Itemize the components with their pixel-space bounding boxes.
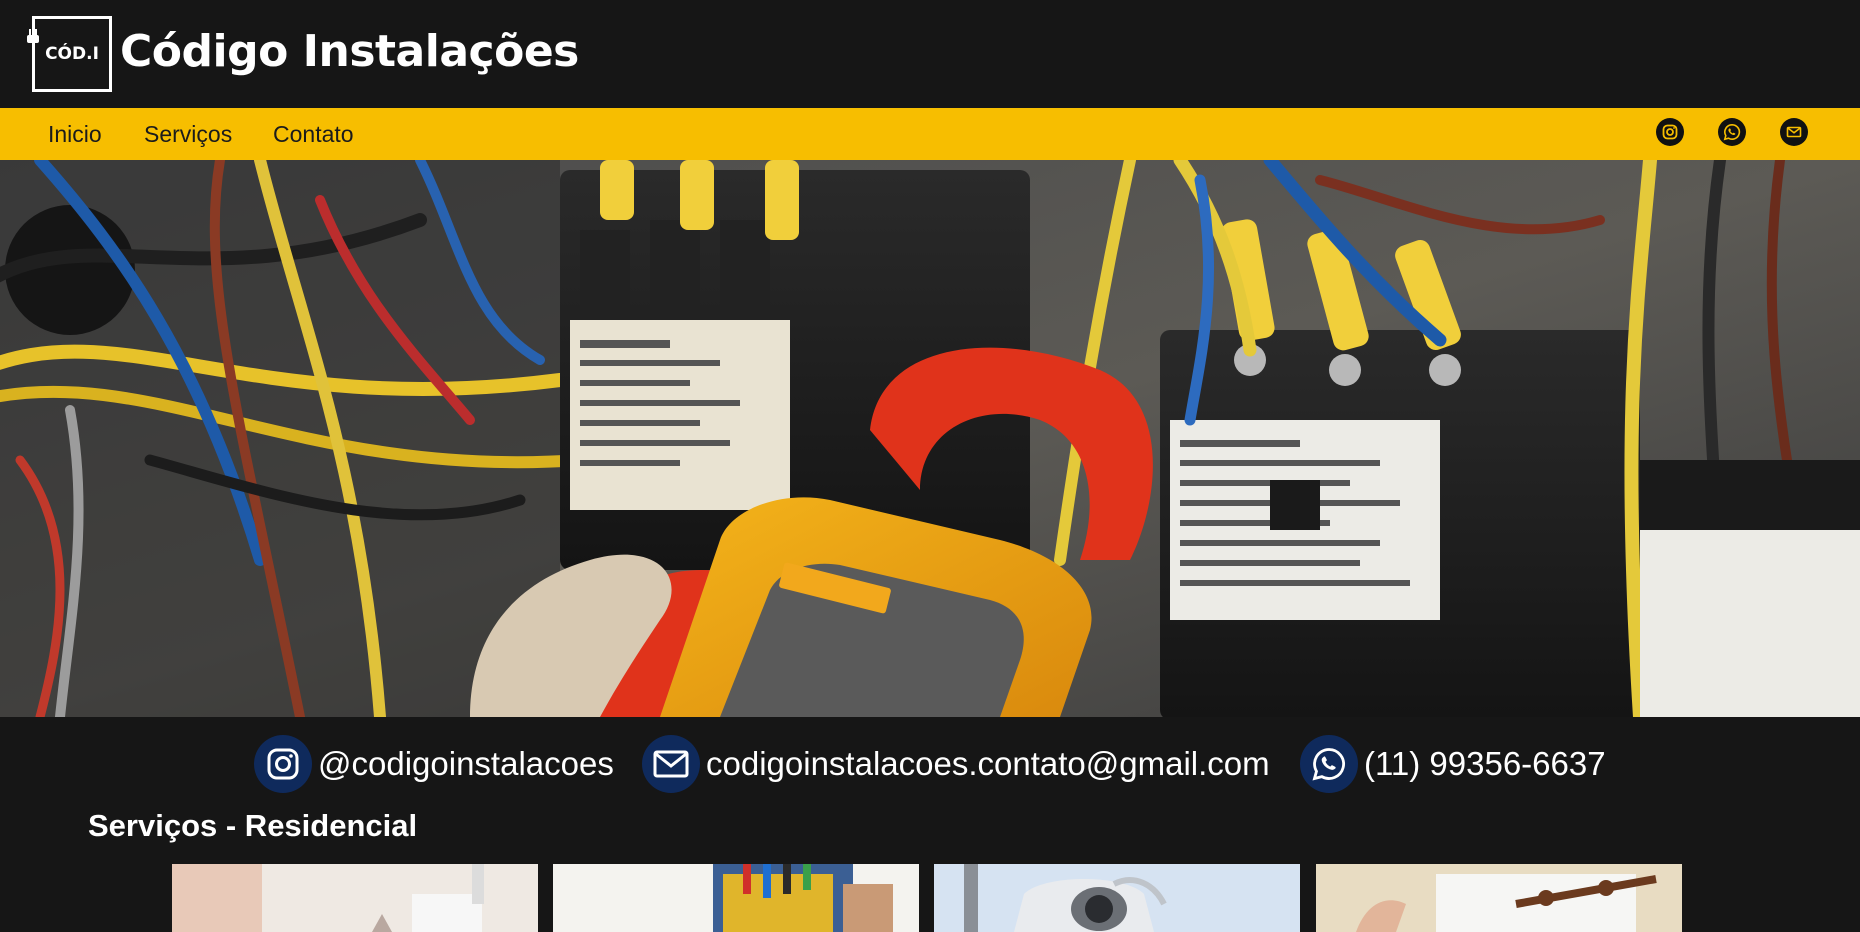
- whatsapp-icon: [1300, 735, 1358, 793]
- email-icon[interactable]: [1780, 118, 1808, 146]
- site-title[interactable]: Código Instalações: [120, 26, 579, 77]
- contact-whatsapp[interactable]: (11) 99356-6637: [1300, 734, 1606, 794]
- whatsapp-icon[interactable]: [1718, 118, 1746, 146]
- phone-number[interactable]: (11) 99356-6637: [1364, 745, 1606, 783]
- hero-image: [0, 160, 1860, 717]
- service-card-electrician[interactable]: [553, 864, 919, 932]
- contact-email[interactable]: codigoinstalacoes.contato@gmail.com: [642, 734, 1270, 794]
- site-header: CÓD.I Código Instalações: [0, 0, 1860, 108]
- service-card-appliance[interactable]: [172, 864, 538, 932]
- electrician-toolbelt-image: [553, 864, 919, 932]
- nav-link-servicos[interactable]: Serviços: [144, 121, 232, 148]
- security-camera-image: [934, 864, 1300, 932]
- electrical-panel-image: [0, 160, 1860, 717]
- site-logo[interactable]: CÓD.I: [27, 16, 112, 92]
- instagram-handle[interactable]: @codigoinstalacoes: [318, 745, 614, 783]
- email-address[interactable]: codigoinstalacoes.contato@gmail.com: [706, 745, 1270, 783]
- plug-icon: [27, 29, 39, 51]
- service-card-camera[interactable]: [934, 864, 1300, 932]
- instagram-icon[interactable]: [1656, 118, 1684, 146]
- logo-text: CÓD.I: [45, 44, 99, 64]
- appliance-installation-image: [172, 864, 538, 932]
- instagram-icon: [254, 735, 312, 793]
- email-icon: [642, 735, 700, 793]
- services-section-title: Serviços - Residencial: [88, 808, 418, 843]
- nav-link-inicio[interactable]: Inicio: [48, 121, 102, 148]
- main-nav: Inicio Serviços Contato: [0, 108, 1860, 160]
- air-conditioner-image: [1316, 864, 1682, 932]
- service-card-air-conditioner[interactable]: [1316, 864, 1682, 932]
- nav-link-contato[interactable]: Contato: [273, 121, 354, 148]
- contact-instagram[interactable]: @codigoinstalacoes: [254, 734, 614, 794]
